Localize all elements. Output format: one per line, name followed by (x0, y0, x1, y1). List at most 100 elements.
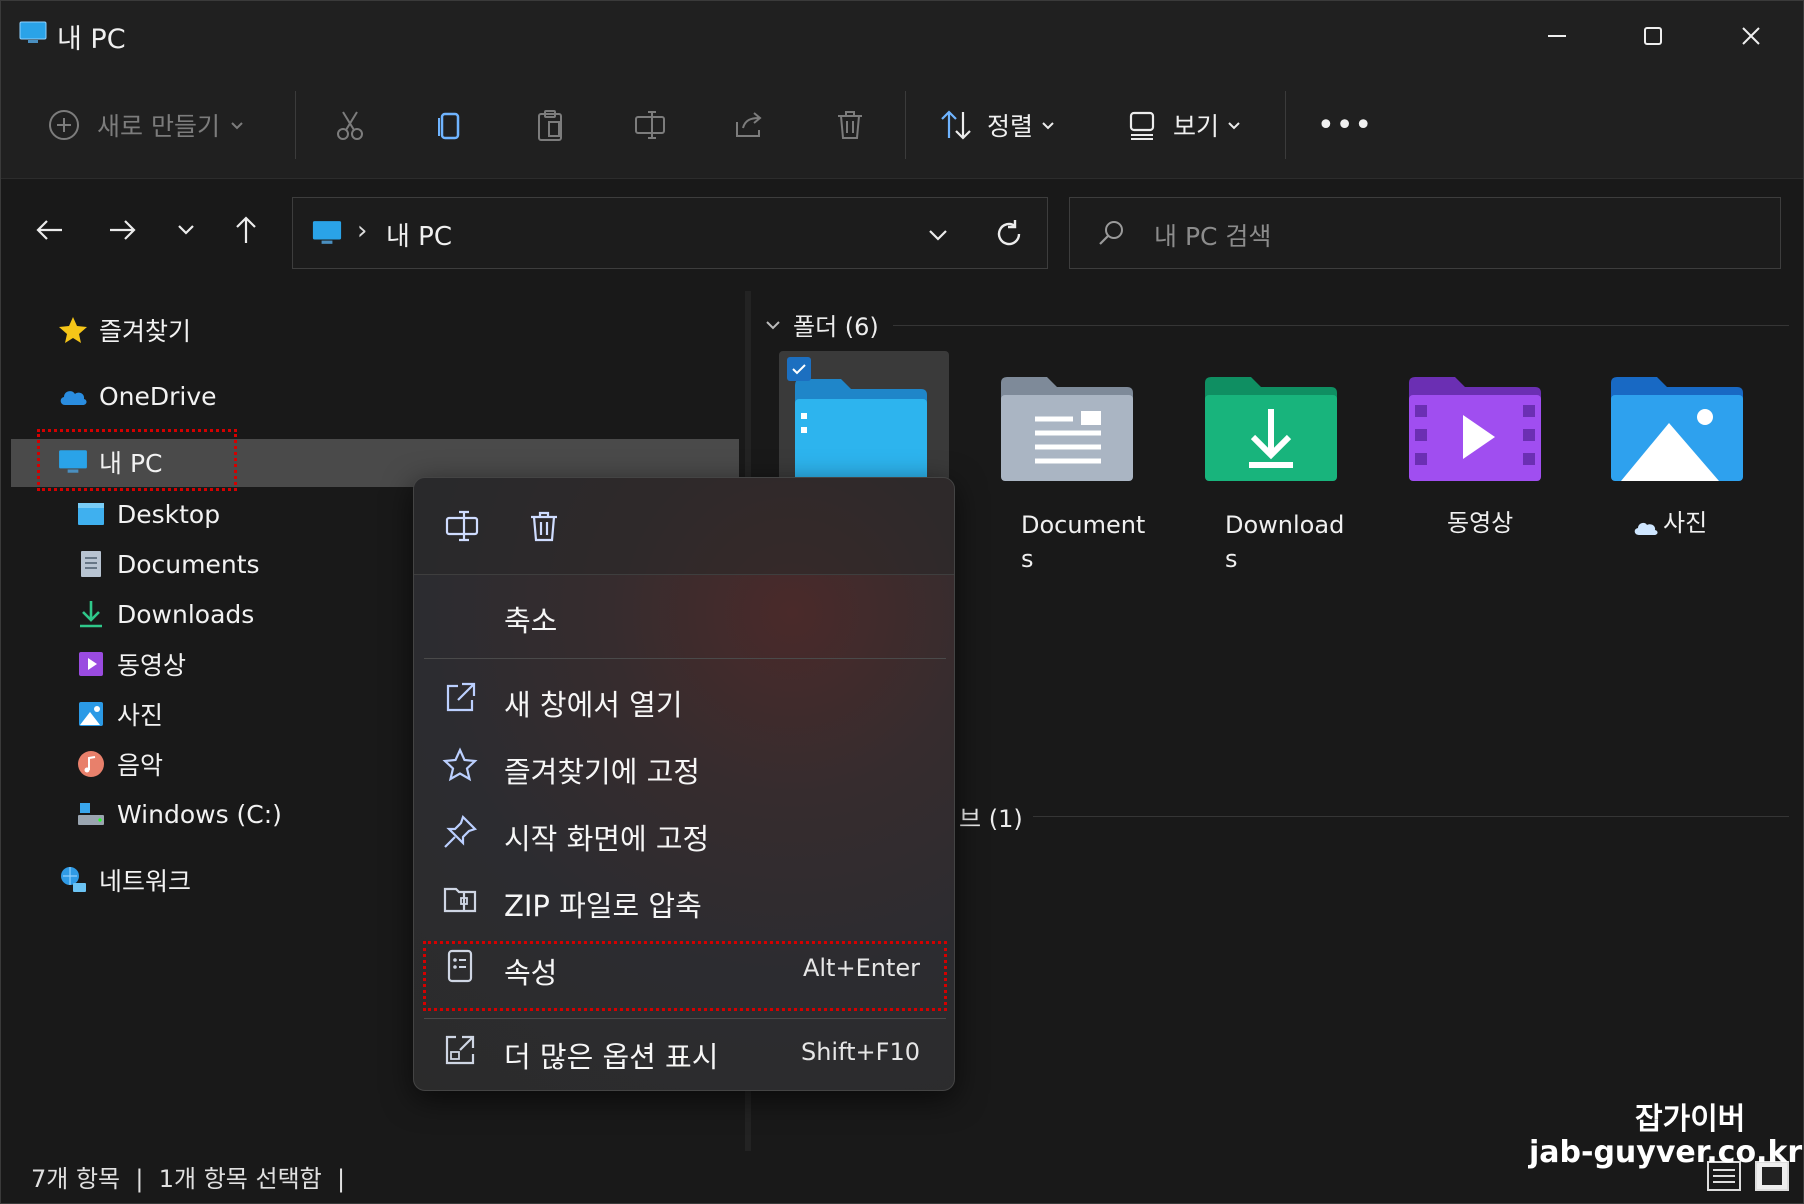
zip-folder-icon (443, 887, 477, 913)
status-bar-text: 7개 항목 | 1개 항목 선택함 | (31, 1165, 346, 1193)
more-button[interactable]: ••• (1317, 97, 1373, 153)
menu-item-zip[interactable]: ZIP 파일로 압축 (414, 871, 954, 931)
file-explorer-window: 내 PC 새로 만들기 정렬 보기 ••• › 내 PC 내 PC 검색 즐겨찾… (0, 0, 1804, 1204)
cloud-icon (1634, 522, 1658, 535)
copy-icon (438, 112, 460, 140)
videos-folder-icon (1409, 377, 1541, 481)
folder-tile-downloads[interactable]: Download s (1201, 371, 1351, 581)
share-button[interactable] (733, 97, 767, 153)
trash-icon (838, 111, 862, 139)
arrow-left-icon (36, 220, 62, 240)
folders-section-header[interactable]: 폴더 (6) (763, 307, 879, 342)
nav-pictures[interactable]: 사진 (75, 691, 163, 737)
minimize-icon (1548, 35, 1566, 37)
share-icon (736, 112, 762, 137)
close-button[interactable] (1703, 1, 1799, 71)
picture-icon (79, 702, 103, 726)
nav-music[interactable]: 음악 (75, 741, 163, 787)
copy-button[interactable] (433, 97, 467, 153)
folder-tile-documents[interactable]: Document s (997, 371, 1147, 581)
back-button[interactable] (25, 205, 75, 255)
trash-icon (531, 511, 557, 542)
paste-button[interactable] (533, 97, 567, 153)
download-icon (80, 601, 102, 628)
nav-desktop[interactable]: Desktop (75, 491, 220, 537)
delete-button[interactable] (833, 97, 867, 153)
title-bar: 내 PC (1, 1, 1803, 71)
sort-icon (941, 110, 971, 140)
more-options-icon (445, 1035, 475, 1065)
nav-videos[interactable]: 동영상 (75, 641, 186, 687)
menu-item-collapse[interactable]: 축소 (414, 586, 954, 646)
minimize-button[interactable] (1509, 1, 1605, 71)
forward-button[interactable] (97, 205, 147, 255)
highlight-box-thispc (37, 429, 237, 491)
desktop-folder-icon (795, 379, 927, 483)
search-icon (1099, 221, 1123, 245)
context-menu-quick-actions (414, 478, 954, 575)
document-icon (81, 551, 101, 577)
highlight-box-properties (423, 941, 947, 1011)
maximize-icon (1644, 27, 1662, 45)
watermark-korean: 잡가이버 (1635, 1102, 1746, 1137)
nav-favorites[interactable]: 즐겨찾기 (57, 307, 191, 353)
sort-button[interactable]: 정렬 (939, 97, 1057, 153)
search-box[interactable]: 내 PC 검색 (1069, 197, 1781, 269)
selection-checkbox[interactable] (787, 357, 811, 381)
chevron-down-icon[interactable] (925, 222, 951, 248)
nav-downloads[interactable]: Downloads (75, 591, 254, 637)
folder-tile-desktop[interactable] (779, 351, 949, 483)
checkmark-icon (792, 364, 806, 375)
sort-label: 정렬 (987, 112, 1034, 141)
menu-item-open-new-window[interactable]: 새 창에서 열기 (414, 670, 954, 730)
arrow-right-icon (110, 220, 136, 240)
new-button[interactable]: 새로 만들기 (47, 97, 246, 153)
window-title: 내 PC (57, 24, 126, 55)
nav-windows-drive[interactable]: Windows (C:) (75, 791, 282, 837)
view-label: 보기 (1173, 112, 1220, 141)
scissors-icon (337, 111, 363, 140)
plus-circle-icon (49, 110, 79, 140)
maximize-button[interactable] (1605, 1, 1701, 71)
close-icon (1742, 27, 1760, 45)
cut-button[interactable] (333, 97, 367, 153)
address-bar[interactable]: › 내 PC (292, 197, 1048, 269)
folder-tile-pictures[interactable]: 사진 (1607, 371, 1757, 581)
pictures-folder-icon (1611, 377, 1743, 481)
monitor-icon (312, 221, 342, 244)
nav-onedrive[interactable]: OneDrive (57, 373, 217, 419)
nav-documents[interactable]: Documents (75, 541, 260, 587)
breadcrumb-separator: › (357, 216, 368, 246)
up-button[interactable] (221, 205, 271, 255)
menu-item-pin-start[interactable]: 시작 화면에 고정 (414, 804, 954, 864)
view-button[interactable]: 보기 (1125, 97, 1243, 153)
drive-icon (78, 803, 104, 825)
breadcrumb-thispc[interactable]: 내 PC (386, 216, 452, 253)
video-icon (79, 652, 103, 676)
drives-section-header[interactable]: 브 (1) (959, 799, 1023, 834)
recent-locations-button[interactable] (161, 205, 211, 255)
rename-action[interactable] (442, 506, 482, 546)
cloud-icon (60, 391, 87, 405)
rename-icon (635, 111, 665, 139)
menu-item-pin-favorites[interactable]: 즐겨찾기에 고정 (414, 737, 954, 797)
menu-item-more-options[interactable]: 더 많은 옵션 표시 Shift+F10 (414, 1022, 954, 1082)
chevron-down-icon (1228, 122, 1240, 130)
refresh-icon[interactable] (993, 218, 1025, 250)
chevron-down-icon (178, 225, 194, 235)
music-icon (78, 751, 104, 777)
star-icon (59, 317, 87, 343)
rename-button[interactable] (633, 97, 667, 153)
documents-folder-icon (1001, 377, 1133, 481)
monitor-icon (19, 21, 47, 43)
delete-action[interactable] (524, 506, 564, 546)
nav-network[interactable]: 네트워크 (57, 857, 191, 903)
command-bar: 새로 만들기 정렬 보기 ••• (1, 71, 1803, 179)
chevron-down-icon (766, 320, 780, 329)
folder-tile-videos[interactable]: 동영상 (1405, 371, 1555, 581)
star-outline-icon (442, 747, 478, 782)
downloads-folder-icon (1205, 377, 1337, 481)
open-external-icon (446, 682, 476, 712)
more-options-shortcut: Shift+F10 (800, 1038, 920, 1066)
chevron-down-icon (1042, 122, 1054, 130)
